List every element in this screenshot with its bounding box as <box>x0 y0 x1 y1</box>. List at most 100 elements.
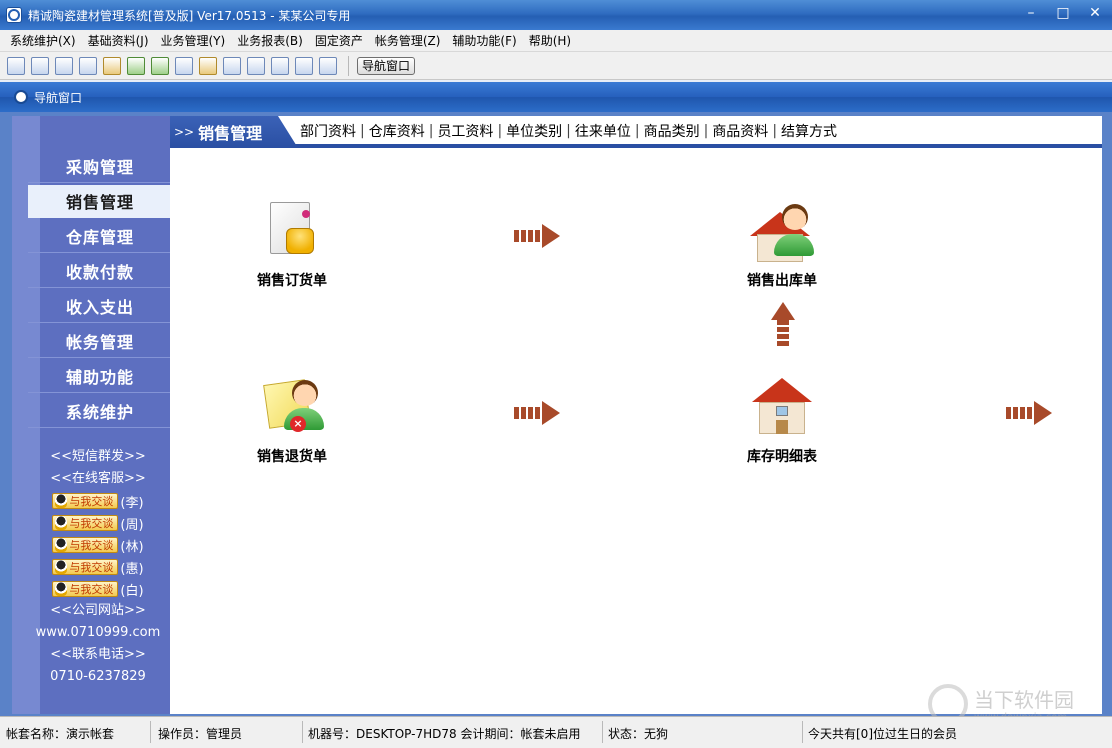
qq-contact[interactable]: 与我交谈 (林) <box>12 534 184 556</box>
qq-contact[interactable]: 与我交谈 (白) <box>12 578 184 600</box>
qq-chat-label: 与我交谈 <box>69 561 114 574</box>
arrow-up-icon <box>771 302 795 350</box>
status-account: 帐套名称：演示帐套 <box>6 727 115 741</box>
menu-accounts[interactable]: 帐务管理(Z) <box>369 30 447 52</box>
status-divider <box>602 721 603 743</box>
sidebar-item-tools[interactable]: 辅助功能 <box>28 360 170 393</box>
arrow-right-icon <box>514 224 562 248</box>
list-icon[interactable] <box>31 56 49 75</box>
subtab-employees[interactable]: 员工资料 <box>437 121 493 141</box>
subtab-divider: | <box>360 123 365 139</box>
qq-icon <box>55 538 68 552</box>
sales-outbound-item[interactable]: 销售出库单 <box>722 200 842 290</box>
sidebar-item-system[interactable]: 系统维护 <box>28 395 170 428</box>
sales-return-item[interactable]: × 销售退货单 <box>232 376 352 466</box>
subtab-settlement[interactable]: 结算方式 <box>781 121 837 141</box>
toolbar-separator <box>348 55 349 76</box>
sales-order-icon[interactable] <box>260 200 324 264</box>
child-window-header: 导航窗口 <box>0 82 1112 112</box>
qq-contact-name: (李) <box>120 495 144 511</box>
sales-order-item[interactable]: 销售订货单 <box>232 200 352 290</box>
watermark-text: 当下软件园 <box>974 688 1074 712</box>
tab-sales-management[interactable]: >> 销售管理 <box>170 116 298 148</box>
windows-icon[interactable] <box>55 56 73 75</box>
menu-system[interactable]: 系统维护(X) <box>4 30 82 52</box>
exit-icon[interactable] <box>319 56 337 75</box>
qq-contact[interactable]: 与我交谈 (周) <box>12 512 184 534</box>
subtab-products[interactable]: 商品资料 <box>712 121 768 141</box>
sales-return-icon[interactable]: × <box>260 376 324 440</box>
menu-basic-data[interactable]: 基础资料(J) <box>82 30 155 52</box>
sidebar-item-accounts[interactable]: 帐务管理 <box>28 325 170 358</box>
transfer-icon[interactable] <box>127 56 145 75</box>
sidebar-item-payments[interactable]: 收款付款 <box>28 255 170 288</box>
phone-label: <<联系电话>> <box>50 647 146 662</box>
online-service-link[interactable]: <<在线客服>> <box>12 468 184 490</box>
sidebar-item-sales[interactable]: 销售管理 <box>28 185 170 218</box>
subtab-divider: | <box>772 123 778 139</box>
status-state: 状态：无狗 <box>608 727 669 741</box>
inventory-detail-item[interactable]: 库存明细表 <box>722 376 842 466</box>
calculator-icon[interactable] <box>223 56 241 75</box>
qq-chat-badge[interactable]: 与我交谈 <box>52 537 119 553</box>
company-site-url[interactable]: www.0710999.com <box>12 622 184 644</box>
menu-bar: 系统维护(X) 基础资料(J) 业务管理(Y) 业务报表(B) 固定资产 帐务管… <box>0 30 1112 52</box>
subtab-unit-categories[interactable]: 单位类别 <box>506 121 562 141</box>
status-operator: 操作员：管理员 <box>158 727 243 741</box>
qq-contact-name: (白) <box>120 583 144 599</box>
qq-chat-badge[interactable]: 与我交谈 <box>52 493 119 509</box>
sms-link[interactable]: <<短信群发>> <box>12 446 184 468</box>
sales-outbound-icon[interactable] <box>750 200 814 264</box>
inventory-house-icon[interactable] <box>750 376 814 440</box>
nav-window-icon <box>14 90 28 104</box>
folder-icon[interactable] <box>199 56 217 75</box>
users-icon[interactable] <box>151 56 169 75</box>
subtab-departments[interactable]: 部门资料 <box>300 121 356 141</box>
sidebar-item-warehouse[interactable]: 仓库管理 <box>28 220 170 253</box>
main-panel: 销售订货单 销售出库单 × 销售退货单 库存明细表 <box>170 148 1102 714</box>
maximize-icon[interactable]: □ <box>1054 5 1072 21</box>
qq-contact[interactable]: 与我交谈 (惠) <box>12 556 184 578</box>
menu-help[interactable]: 帮助(H) <box>523 30 577 52</box>
nav-window-button[interactable]: 导航窗口 <box>357 56 416 75</box>
print-icon[interactable] <box>271 56 289 75</box>
subtab-product-categories[interactable]: 商品类别 <box>644 121 700 141</box>
save-icon[interactable] <box>247 56 265 75</box>
grid-icon[interactable] <box>7 56 25 75</box>
subtab-partners[interactable]: 往来单位 <box>575 121 631 141</box>
chart-icon[interactable] <box>103 56 121 75</box>
qq-icon <box>55 494 68 508</box>
status-machine: 机器号：DESKTOP-7HD78 会计期间：帐套未启用 <box>308 727 581 741</box>
arrow-right-icon <box>514 401 562 425</box>
qq-contact[interactable]: 与我交谈 (李) <box>12 490 184 512</box>
sidebar-item-purchase[interactable]: 采购管理 <box>28 150 170 183</box>
qq-chat-badge[interactable]: 与我交谈 <box>52 559 119 575</box>
app-icon <box>6 7 22 23</box>
menu-reports[interactable]: 业务报表(B) <box>231 30 309 52</box>
menu-fixed-assets[interactable]: 固定资产 <box>309 30 369 52</box>
qq-chat-badge[interactable]: 与我交谈 <box>52 515 119 531</box>
qq-chat-badge[interactable]: 与我交谈 <box>52 581 119 597</box>
status-birthday-notice: 今天共有[0]位过生日的会员 <box>808 727 957 741</box>
subtab-divider: | <box>634 123 640 139</box>
arrow-right-icon <box>1006 401 1054 425</box>
sidebar-item-income[interactable]: 收入支出 <box>28 290 170 323</box>
status-divider <box>150 721 151 743</box>
qq-chat-label: 与我交谈 <box>69 583 114 596</box>
tab-label: 销售管理 <box>198 124 263 143</box>
menu-business[interactable]: 业务管理(Y) <box>155 30 232 52</box>
subtab-warehouses[interactable]: 仓库资料 <box>369 121 425 141</box>
sidebar-links: <<短信群发>> <<在线客服>> 与我交谈 (李) 与我交谈 (周) 与我交谈… <box>12 446 184 688</box>
subtab-divider: | <box>428 123 434 139</box>
menu-tools[interactable]: 辅助功能(F) <box>446 30 522 52</box>
subtab-divider: | <box>566 123 571 139</box>
copy-icon[interactable] <box>175 56 193 75</box>
monitor-icon[interactable] <box>79 56 97 75</box>
subtab-divider: | <box>497 123 503 139</box>
help-icon[interactable] <box>295 56 313 75</box>
close-icon[interactable]: ✕ <box>1086 5 1104 21</box>
minimize-icon[interactable]: – <box>1022 5 1040 21</box>
cancel-icon: × <box>290 416 306 432</box>
title-bar: 精诚陶瓷建材管理系统[普及版] Ver17.0513 - 某某公司专用 – □ … <box>0 0 1112 30</box>
qq-chat-label: 与我交谈 <box>69 539 114 552</box>
